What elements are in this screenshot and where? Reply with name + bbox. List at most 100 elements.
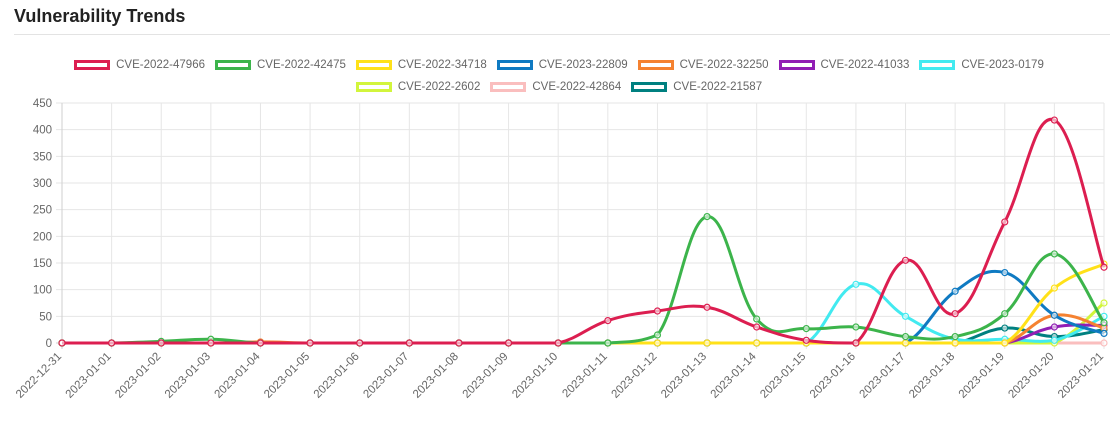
x-tick-label: 2023-01-03 — [163, 351, 213, 401]
x-tick-label: 2023-01-11 — [560, 351, 609, 400]
legend-swatch — [778, 60, 815, 70]
data-point — [1050, 323, 1058, 331]
data-point — [901, 333, 910, 341]
data-point — [852, 339, 860, 347]
data-point — [455, 339, 463, 347]
legend-swatch — [496, 60, 533, 70]
legend-swatch — [637, 60, 674, 70]
legend-item[interactable]: CVE-2022-47966 — [74, 59, 205, 71]
data-point — [901, 256, 910, 264]
data-point — [1050, 250, 1058, 258]
page-title: Vulnerability Trends — [14, 6, 186, 26]
data-point — [207, 339, 215, 347]
data-point — [1050, 311, 1058, 319]
x-tick-label: 2023-01-12 — [609, 351, 659, 401]
data-point — [306, 339, 314, 347]
legend-item[interactable]: CVE-2022-32250 — [637, 59, 769, 71]
x-tick-label: 2023-01-10 — [510, 351, 560, 401]
data-point — [653, 339, 662, 347]
legend-label: CVE-2023-22809 — [538, 59, 628, 71]
data-point — [951, 333, 959, 341]
legend-swatch — [919, 60, 956, 70]
legend-swatch — [215, 60, 251, 70]
x-tick-label: 2023-01-08 — [411, 351, 461, 401]
legend-item[interactable]: CVE-2022-34718 — [355, 59, 487, 71]
x-tick-label: 2023-01-21 — [1056, 351, 1106, 401]
data-point — [1050, 284, 1058, 292]
legend-item[interactable]: CVE-2023-0179 — [919, 59, 1044, 71]
data-point — [753, 315, 761, 323]
data-point — [1001, 324, 1009, 332]
data-point — [58, 339, 66, 347]
data-point — [1001, 269, 1009, 277]
x-tick-label: 2023-01-17 — [858, 351, 908, 401]
data-point — [703, 212, 711, 221]
legend-row: CVE-2022-47966 CVE-2022-42475 CVE-2022-347… — [0, 54, 1118, 76]
data-point — [1100, 319, 1108, 327]
data-point — [604, 317, 612, 325]
y-tick-label: 100 — [33, 285, 52, 297]
y-tick-label: 250 — [33, 205, 52, 217]
x-tick-label: 2023-01-14 — [709, 350, 760, 401]
x-tick-label: 2023-01-06 — [312, 351, 362, 401]
legend-swatch — [355, 82, 392, 92]
data-point — [951, 310, 959, 318]
data-point — [1050, 336, 1058, 344]
y-tick-label: 50 — [39, 311, 52, 323]
y-tick-label: 400 — [33, 125, 52, 137]
x-tick-label: 2023-01-05 — [262, 351, 312, 401]
legend-label: CVE-2022-34718 — [397, 59, 487, 71]
x-tick-label: 2023-01-09 — [461, 351, 511, 401]
data-point — [108, 339, 116, 347]
data-point — [802, 336, 810, 344]
data-point — [1001, 218, 1009, 226]
data-point — [256, 339, 265, 347]
x-tick-label: 2023-01-13 — [659, 351, 709, 401]
data-point — [901, 312, 910, 320]
data-point — [951, 339, 959, 347]
x-tick-label: 2023-01-19 — [957, 351, 1007, 401]
data-point — [1001, 339, 1009, 347]
x-tick-label: 2023-01-02 — [113, 351, 163, 401]
x-tick-label: 2023-01-18 — [907, 351, 957, 401]
data-point — [802, 325, 810, 333]
data-point — [653, 331, 662, 339]
data-point — [703, 303, 711, 311]
data-point — [753, 323, 761, 331]
series-line — [62, 215, 1106, 345]
data-point — [356, 339, 364, 347]
data-point — [604, 339, 612, 347]
y-tick-label: 200 — [33, 231, 52, 243]
x-tick-label: 2023-01-20 — [1006, 351, 1056, 401]
legend-swatch — [355, 60, 392, 70]
y-tick-label: 450 — [33, 98, 52, 110]
data-point — [901, 339, 910, 347]
x-tick-label: 2023-01-16 — [808, 351, 858, 401]
data-point — [1100, 339, 1108, 347]
legend-swatch — [490, 82, 527, 92]
data-point — [753, 339, 761, 347]
legend-label: CVE-2022-47966 — [116, 59, 205, 71]
data-point — [157, 339, 165, 347]
y-tick-label: 300 — [33, 178, 52, 190]
data-point — [1050, 116, 1058, 124]
y-tick-label: 350 — [33, 151, 52, 163]
legend-item[interactable]: CVE-2022-42475 — [215, 59, 346, 71]
legend-swatch — [631, 82, 668, 92]
legend-swatch — [74, 60, 111, 70]
data-point — [504, 339, 513, 347]
legend-label: CVE-2022-32250 — [679, 59, 769, 71]
x-tick-label: 2023-01-15 — [758, 351, 808, 401]
title-divider — [14, 34, 1110, 35]
legend-item[interactable]: CVE-2022-41033 — [778, 59, 909, 71]
x-tick-label: 2023-01-04 — [213, 350, 264, 401]
legend-label: CVE-2022-42475 — [257, 59, 346, 71]
data-point — [653, 307, 662, 315]
legend-label: CVE-2023-0179 — [961, 59, 1044, 71]
data-point — [852, 280, 860, 288]
x-tick-label: 2023-01-01 — [64, 351, 114, 401]
data-point — [1100, 299, 1108, 307]
data-point — [703, 339, 711, 347]
data-point — [951, 287, 959, 295]
legend-item[interactable]: CVE-2023-22809 — [496, 59, 628, 71]
